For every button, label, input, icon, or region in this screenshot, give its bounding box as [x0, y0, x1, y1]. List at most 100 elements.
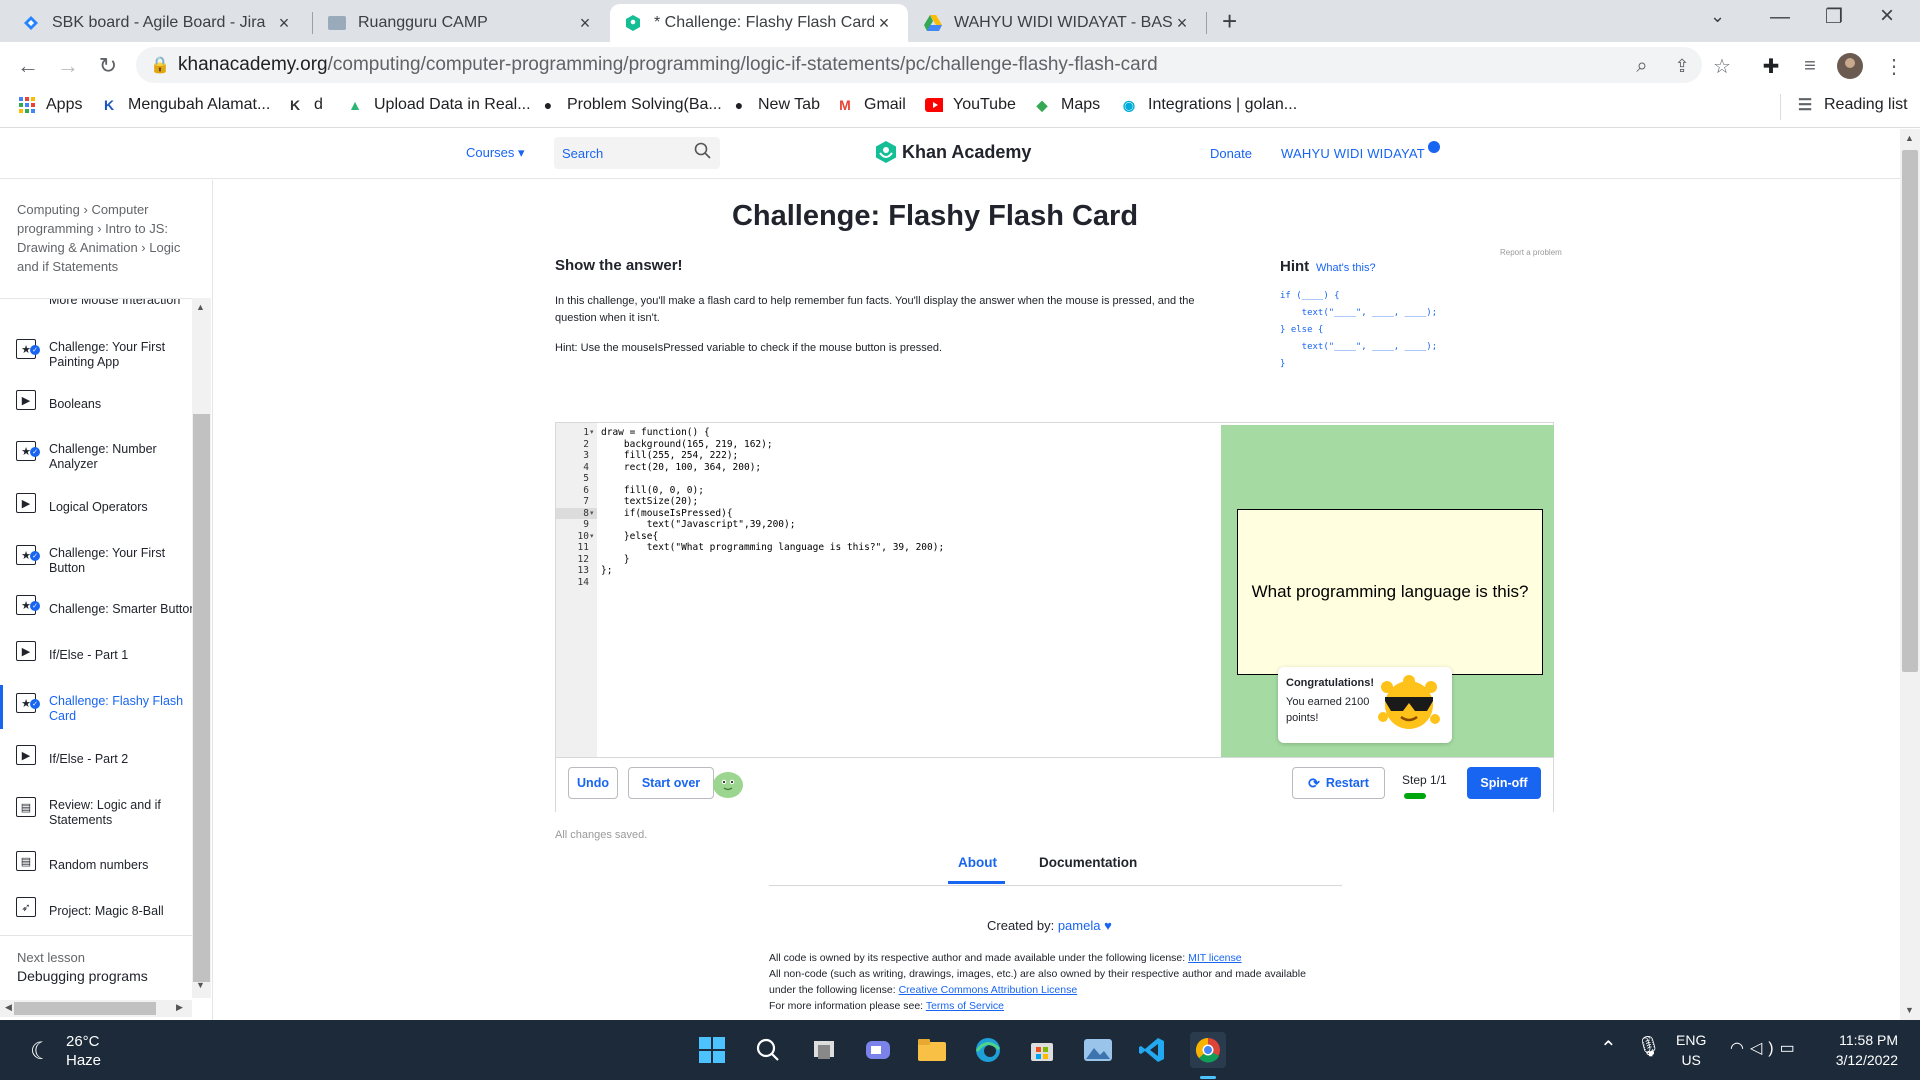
bookmark-problem-solving[interactable]: ● Problem Solving(Ba... [539, 96, 722, 114]
bookmark-star-icon[interactable]: ☆ [1708, 52, 1736, 80]
code-line[interactable]: } [601, 554, 630, 565]
language-indicator[interactable]: ENG US [1676, 1030, 1706, 1070]
search-icon[interactable] [750, 1032, 786, 1068]
page-scrollbar-thumb[interactable] [1902, 150, 1918, 672]
microphone-icon[interactable]: 🎙 [1636, 1034, 1661, 1059]
edge-icon[interactable] [970, 1032, 1006, 1068]
tab-documentation[interactable]: Documentation [1039, 855, 1137, 870]
user-menu[interactable]: WAHYU WIDI WIDAYAT [1281, 146, 1425, 161]
code-line[interactable]: if(mouseIsPressed){ [601, 508, 733, 519]
extensions-icon[interactable]: ✚ [1757, 52, 1785, 80]
menu-kebab-icon[interactable]: ⋮ [1880, 52, 1908, 80]
new-tab-button[interactable]: + [1222, 6, 1237, 37]
fold-toggle-icon[interactable]: ▾ [590, 428, 594, 436]
forward-icon[interactable]: → [54, 52, 82, 80]
search-input[interactable]: Search [554, 137, 720, 169]
breadcrumb-computing[interactable]: Computing [17, 202, 80, 217]
scroll-down-icon[interactable]: ▼ [196, 980, 205, 990]
whats-this-link[interactable]: What's this? [1316, 262, 1376, 274]
bookmark-youtube[interactable]: YouTube [925, 96, 1016, 114]
system-tray-icons[interactable]: ◠◁)▭ [1730, 1038, 1801, 1058]
reading-list-button[interactable]: ☰ Reading list [1796, 96, 1908, 114]
clock[interactable]: 11:58 PM 3/12/2022 [1820, 1030, 1898, 1070]
bookmark-apps[interactable]: Apps [18, 96, 82, 114]
microsoft-store-icon[interactable] [1024, 1032, 1060, 1068]
minimize-icon[interactable]: — [1770, 6, 1790, 29]
tab-about[interactable]: About [948, 855, 1005, 884]
bookmark-d[interactable]: Kd [286, 96, 323, 114]
windows-start-icon[interactable] [694, 1032, 730, 1068]
close-tab-icon[interactable]: × [274, 13, 294, 34]
restart-button[interactable]: ⟳ Restart [1292, 767, 1385, 799]
scroll-up-icon[interactable]: ▲ [1905, 133, 1914, 143]
spin-off-button[interactable]: Spin-off [1467, 767, 1541, 799]
vscode-icon[interactable] [1134, 1032, 1170, 1068]
sidebar-scrollbar-thumb[interactable] [193, 414, 210, 982]
terms-link[interactable]: Terms of Service [926, 1000, 1004, 1012]
bookmark-maps[interactable]: ◆ Maps [1033, 96, 1101, 114]
media-icon[interactable]: ≡ [1796, 52, 1824, 80]
code-line[interactable]: textSize(20); [601, 496, 698, 507]
file-explorer-icon[interactable] [914, 1032, 950, 1068]
start-over-button[interactable]: Start over [628, 767, 714, 799]
task-view-icon[interactable] [806, 1032, 842, 1068]
scroll-left-icon[interactable]: ◀ [5, 1002, 12, 1013]
avatar-blob-icon[interactable] [712, 769, 744, 804]
undo-button[interactable]: Undo [568, 767, 618, 799]
code-line[interactable]: }; [601, 565, 612, 576]
scroll-right-icon[interactable]: ▶ [176, 1002, 183, 1013]
tab-google-drive[interactable]: WAHYU WIDI WIDAYAT - BASIC P × [910, 4, 1206, 42]
courses-menu[interactable]: Courses ▾ [466, 145, 525, 161]
fold-toggle-icon[interactable]: ▾ [590, 509, 594, 517]
close-tab-icon[interactable]: × [575, 13, 595, 34]
donate-link[interactable]: Donate [1210, 146, 1252, 161]
bookmark-integrations[interactable]: ◉ Integrations | golan... [1120, 96, 1297, 114]
code-line[interactable]: text("What programming language is this?… [601, 542, 944, 553]
code-line[interactable]: text("Javascript",39,200); [601, 519, 796, 530]
reload-icon[interactable]: ↻ [94, 52, 122, 80]
photos-icon[interactable] [1080, 1032, 1116, 1068]
bookmark-upload-data[interactable]: ▲ Upload Data in Real... [346, 96, 530, 114]
code-editor: 1 ▾ 2 3 4 5 6 7 8 ▾ 9 10 ▾ 11 12 13 14 draw = function()… [555, 422, 1554, 812]
bookmark-gmail[interactable]: M Gmail [836, 96, 906, 114]
code-line[interactable]: background(165, 219, 162); [601, 439, 773, 450]
mit-license-link[interactable]: MIT license [1188, 952, 1242, 964]
close-window-icon[interactable]: × [1880, 2, 1894, 30]
tab-search-chevron-icon[interactable]: ⌄ [1710, 6, 1725, 27]
author-link[interactable]: pamela [1058, 918, 1101, 933]
output-canvas[interactable]: What programming language is this? Congr… [1221, 425, 1554, 757]
close-tab-icon[interactable]: × [1172, 13, 1192, 34]
zoom-icon[interactable]: ⌕ [1628, 52, 1656, 80]
code-line[interactable]: }else{ [601, 531, 658, 542]
share-icon[interactable]: ⇪ [1668, 52, 1696, 80]
hint-code[interactable]: if (____) { text("____", ____, ____); } … [1280, 288, 1437, 373]
bookmark-new-tab[interactable]: ● New Tab [730, 96, 820, 114]
list-item[interactable]: More Mouse Interaction [0, 299, 192, 309]
sidebar-hscrollbar-thumb[interactable] [14, 1002, 156, 1015]
code-line[interactable]: fill(255, 254, 222); [601, 450, 738, 461]
scroll-up-icon[interactable]: ▲ [196, 302, 205, 312]
report-problem-link[interactable]: Report a problem [1500, 248, 1562, 257]
khan-academy-logo[interactable]: Khan Academy [876, 141, 1031, 163]
cc-license-link[interactable]: Creative Commons Attribution License [899, 984, 1078, 996]
congrats-popup[interactable]: Congratulations! You earned 2100 points! [1278, 667, 1452, 743]
code-line[interactable]: draw = function() { [601, 427, 710, 438]
tab-khan-academy[interactable]: * Challenge: Flashy Flash Card | Lo × [610, 4, 908, 42]
scroll-down-icon[interactable]: ▼ [1905, 1005, 1914, 1015]
bookmark-mengubah[interactable]: K Mengubah Alamat... [100, 96, 270, 114]
back-icon[interactable]: ← [14, 52, 42, 80]
play-icon: ▶ [16, 641, 36, 661]
profile-avatar[interactable] [1836, 52, 1864, 80]
restore-icon[interactable]: ❐ [1825, 4, 1843, 29]
teams-chat-icon[interactable] [860, 1032, 896, 1068]
chrome-icon[interactable] [1190, 1032, 1226, 1068]
address-bar[interactable]: 🔒 khanacademy.org/computing/computer-pro… [136, 47, 1702, 83]
chevron-up-icon[interactable]: ⌃ [1600, 1036, 1617, 1061]
tab-ruangguru[interactable]: Ruangguru CAMP × [314, 4, 609, 42]
fold-toggle-icon[interactable]: ▾ [590, 532, 594, 540]
code-line[interactable]: fill(0, 0, 0); [601, 485, 704, 496]
code-line[interactable]: rect(20, 100, 364, 200); [601, 462, 761, 473]
close-tab-icon[interactable]: × [874, 13, 894, 34]
tab-jira[interactable]: SBK board - Agile Board - Jira × [8, 4, 308, 42]
next-lesson-link[interactable]: Debugging programs [17, 968, 148, 984]
